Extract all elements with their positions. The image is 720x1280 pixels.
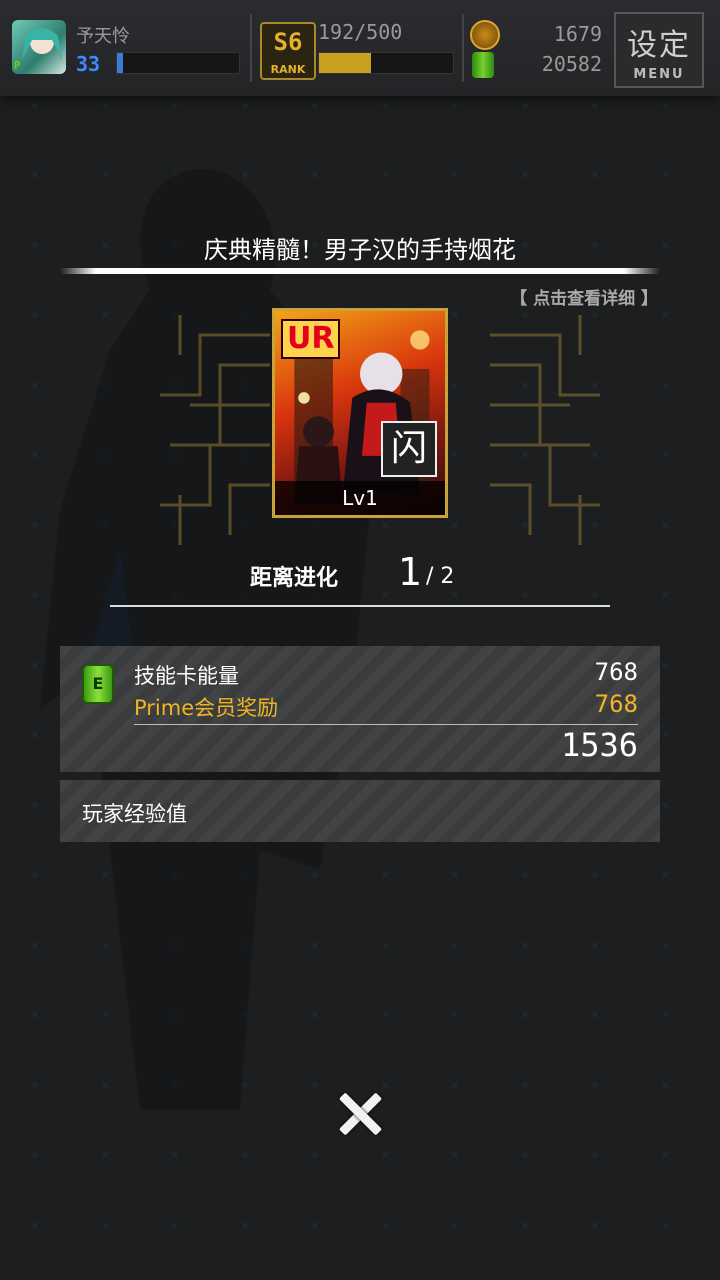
card-title: 庆典精髓！男子汉的手持烟花 — [204, 236, 516, 264]
exp-text: 192/500 — [318, 20, 403, 44]
top-status-bar: P 予天怜 33 S6 RANK 192/500 1679 20582 设定 M… — [0, 0, 720, 96]
energy-can-icon: E — [82, 664, 114, 704]
menu-label: MENU — [633, 67, 685, 82]
menu-button[interactable]: 设定 MENU — [614, 12, 704, 88]
divider — [462, 14, 464, 82]
card-level: Lv1 — [275, 481, 445, 515]
menu-kanji: 设定 — [627, 28, 691, 63]
coin-icon — [470, 20, 500, 50]
close-icon[interactable] — [336, 1090, 384, 1138]
card-type-icon: 闪 — [381, 421, 437, 477]
player-level: 33 — [76, 52, 101, 76]
coin-value: 1679 — [553, 22, 602, 46]
rank-label: RANK — [270, 63, 306, 76]
skill-card[interactable]: UR 闪 Lv1 — [272, 308, 448, 518]
evolution-total: / 2 — [426, 564, 455, 589]
energy-can-icon — [472, 52, 494, 78]
player-exp-label: 玩家经验值 — [82, 802, 187, 826]
divider — [250, 14, 252, 82]
player-avatar[interactable]: P — [12, 20, 66, 74]
rank-number: S6 — [273, 28, 303, 56]
total-energy-value: 1536 — [560, 726, 638, 764]
character-silhouette — [40, 169, 370, 1110]
exp-progress-bar — [318, 52, 454, 74]
evolution-label: 距离进化 — [250, 566, 339, 591]
level-progress-bar — [116, 52, 240, 74]
rank-badge[interactable]: S6 RANK — [260, 22, 316, 80]
sum-divider — [134, 724, 638, 725]
energy-value: 20582 — [541, 52, 602, 76]
player-exp-panel: 玩家经验值 — [60, 780, 660, 842]
prime-bonus-label: Prime会员奖励 — [134, 696, 279, 720]
skill-energy-value: 768 — [594, 658, 638, 686]
prime-bonus-value: 768 — [594, 690, 638, 718]
skill-energy-panel: E 技能卡能量 768 Prime会员奖励 768 1536 — [60, 646, 660, 772]
title-underline — [60, 268, 660, 274]
evolution-current: 1 — [398, 550, 423, 594]
card-rarity: UR — [281, 319, 341, 359]
exp-progress-fill — [319, 53, 372, 73]
level-progress-fill — [117, 53, 124, 73]
skill-energy-label: 技能卡能量 — [134, 664, 239, 688]
player-name: 予天怜 — [76, 26, 130, 47]
avatar-badge: P — [14, 59, 21, 72]
evolution-underline — [110, 605, 610, 607]
